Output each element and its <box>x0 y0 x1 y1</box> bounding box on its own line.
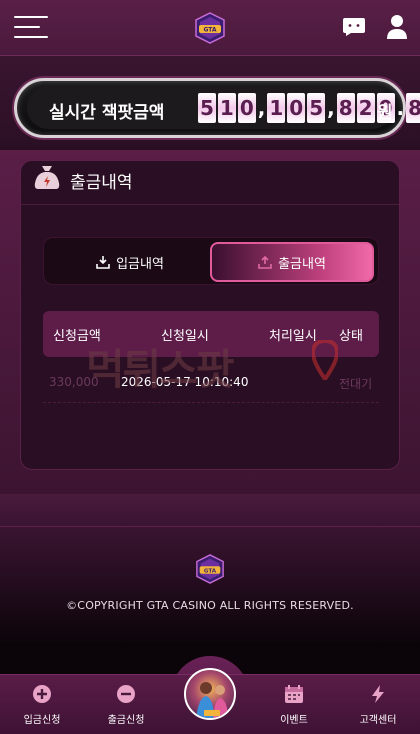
money-bag-icon <box>34 166 60 189</box>
plus-circle-icon <box>33 685 51 703</box>
cell-amount: 330,000 <box>49 375 99 389</box>
center-character-button[interactable] <box>184 668 236 720</box>
jackpot-separator: , <box>257 96 266 120</box>
jackpot-separator: . <box>396 96 405 120</box>
tab-withdraw-label: 출금내역 <box>278 256 326 272</box>
jackpot-digit: 1 <box>217 93 236 123</box>
panel-title: 출금내역 <box>70 173 133 193</box>
footer-logo-text: GTA <box>204 568 217 574</box>
history-tabs: 입금내역 출금내역 <box>43 237 379 285</box>
site-logo[interactable]: GTA <box>193 12 227 44</box>
withdrawal-history-panel: 출금내역 입금내역 출금내역 신청금액 신청일시 처리일시 상태 330,000… <box>20 160 400 470</box>
copyright-text: ©COPYRIGHT GTA CASINO ALL RIGHTS RESERVE… <box>66 599 354 612</box>
nav-events[interactable]: 이벤트 <box>252 675 336 734</box>
cell-status: 전대기 <box>339 377 373 391</box>
tab-withdraw-history[interactable]: 출금내역 <box>210 242 374 282</box>
app-header: GTA <box>0 0 420 56</box>
cell-requested-at: 2026-05-17 10:10:40 <box>121 375 249 389</box>
jackpot-unit: 원 <box>377 103 393 123</box>
nav-withdraw-request[interactable]: 출금신청 <box>84 675 168 734</box>
jackpot-digit: 1 <box>267 93 286 123</box>
jackpot-separator: , <box>327 96 335 120</box>
lightning-icon <box>372 685 384 703</box>
nav-customer-center[interactable]: 고객센터 <box>336 675 420 734</box>
tab-deposit-label: 입금내역 <box>116 256 164 272</box>
footer-top-strip <box>0 494 420 526</box>
column-header-requested-at: 신청일시 <box>161 329 209 344</box>
table-header: 신청금액 신청일시 처리일시 상태 <box>43 311 379 357</box>
tab-deposit-history[interactable]: 입금내역 <box>48 242 212 282</box>
nav-customer-label: 고객센터 <box>359 715 397 726</box>
panel-header: 출금내역 <box>21 161 399 205</box>
calendar-icon <box>285 685 303 703</box>
jackpot-section: 실시간 잭팟금액 5 1 0 , 1 0 5 , 8 2 0 . 8 원 <box>0 56 420 150</box>
jackpot-digit: 5 <box>198 93 216 123</box>
logo-text: GTA <box>203 27 216 34</box>
nav-events-label: 이벤트 <box>280 715 308 726</box>
jackpot-digit: 5 <box>307 93 326 123</box>
jackpot-digit: 0 <box>237 93 256 123</box>
nav-withdraw-label: 출금신청 <box>107 715 145 726</box>
download-icon <box>96 256 110 269</box>
jackpot-digit: 8 <box>406 93 420 123</box>
column-header-status: 상태 <box>339 329 363 344</box>
nav-deposit-request[interactable]: 입금신청 <box>0 675 84 734</box>
site-footer: GTA ©COPYRIGHT GTA CASINO ALL RIGHTS RES… <box>0 526 420 646</box>
nav-deposit-label: 입금신청 <box>23 715 61 726</box>
jackpot-banner: 실시간 잭팟금액 5 1 0 , 1 0 5 , 8 2 0 . 8 원 <box>14 78 420 138</box>
footer-logo: GTA <box>196 554 224 584</box>
minus-circle-icon <box>117 685 135 703</box>
table-row: 330,000 2026-05-17 10:10:40 전대기 <box>43 361 379 403</box>
user-icon[interactable] <box>386 14 408 40</box>
jackpot-digit: 0 <box>287 93 306 123</box>
jackpot-digit: 8 <box>336 93 355 123</box>
hamburger-icon[interactable] <box>14 16 48 40</box>
column-header-processed-at: 처리일시 <box>269 329 317 344</box>
chat-icon[interactable] <box>342 17 366 37</box>
jackpot-digit: 2 <box>356 93 375 123</box>
column-header-amount: 신청금액 <box>53 329 101 344</box>
upload-icon <box>258 255 272 269</box>
jackpot-title: 실시간 잭팟금액 <box>49 103 165 123</box>
